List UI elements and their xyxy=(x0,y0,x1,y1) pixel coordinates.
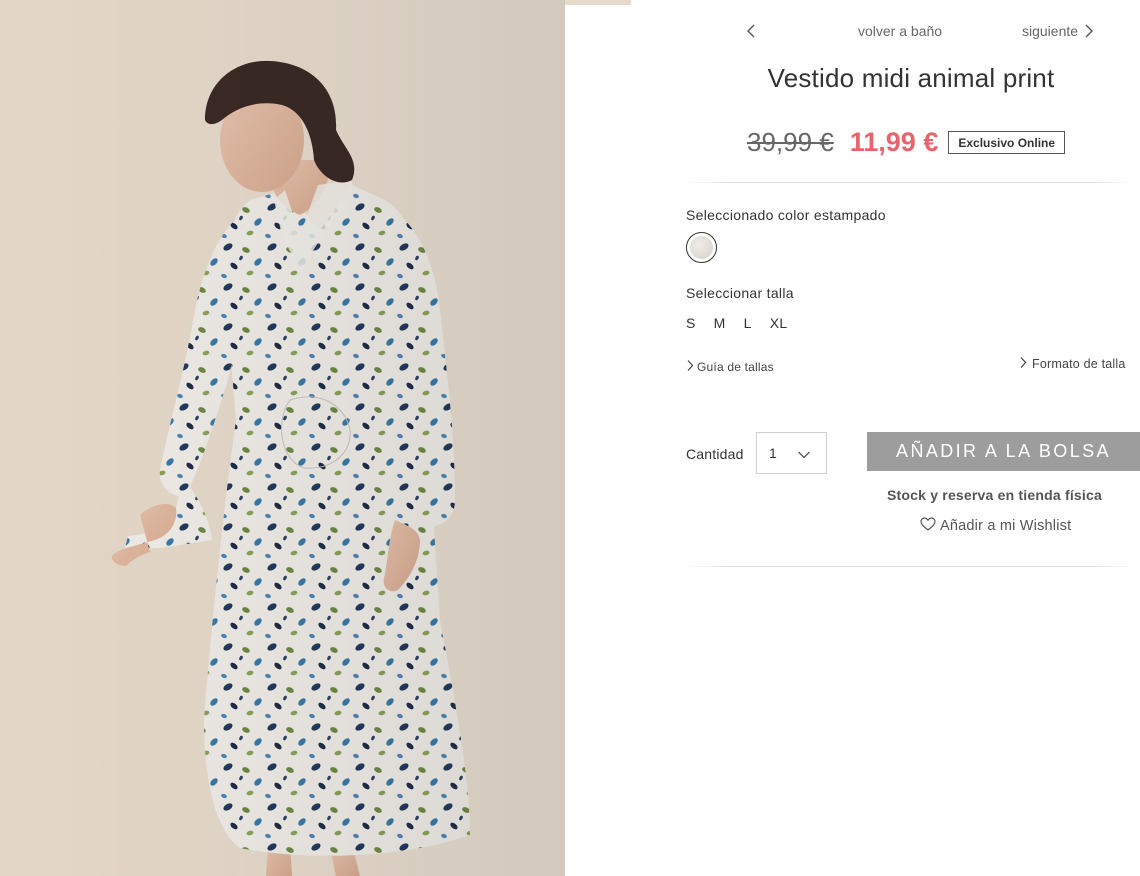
chevron-right-icon xyxy=(1019,356,1027,372)
sale-price: 11,99 € xyxy=(849,127,939,157)
color-swatch-estampado[interactable] xyxy=(686,232,717,263)
quantity-select[interactable]: 1 xyxy=(756,432,827,474)
price-row: 39,99 € 11,99 € Exclusivo Online xyxy=(747,127,1066,158)
chevron-right-icon xyxy=(1084,23,1094,39)
chevron-left-icon xyxy=(746,23,762,39)
size-option-s[interactable]: S xyxy=(686,315,696,331)
model-illustration xyxy=(0,0,565,876)
quantity-label: Cantidad xyxy=(686,446,744,462)
divider-bottom xyxy=(686,566,1136,567)
quantity-value: 1 xyxy=(769,445,777,461)
size-guide-link[interactable]: Guía de tallas xyxy=(686,359,774,375)
previous-product-button[interactable] xyxy=(746,23,762,43)
chevron-right-icon xyxy=(686,359,694,375)
product-image[interactable] xyxy=(0,0,565,876)
color-label: Seleccionado color estampado xyxy=(686,207,886,223)
size-guide-label: Guía de tallas xyxy=(697,360,774,374)
chevron-down-icon xyxy=(797,447,811,463)
heart-icon xyxy=(920,517,936,535)
product-details-panel: volver a baño siguiente Vestido midi ani… xyxy=(565,5,1140,876)
divider-top xyxy=(686,182,1136,183)
exclusive-online-badge: Exclusivo Online xyxy=(948,131,1066,154)
next-label: siguiente xyxy=(1022,23,1079,39)
next-product-button[interactable]: siguiente xyxy=(1022,23,1094,39)
size-label: Seleccionar talla xyxy=(686,285,794,301)
add-to-bag-button[interactable]: AÑADIR A LA BOLSA xyxy=(867,432,1140,471)
size-option-xl[interactable]: XL xyxy=(770,315,788,331)
wishlist-label: Añadir a mi Wishlist xyxy=(940,518,1072,534)
product-title: Vestido midi animal print xyxy=(767,63,1055,93)
size-option-l[interactable]: L xyxy=(744,315,752,331)
size-option-m[interactable]: M xyxy=(714,315,726,331)
old-price: 39,99 € xyxy=(747,127,834,157)
size-format-label: Formato de talla xyxy=(1032,357,1126,371)
back-to-category-link[interactable]: volver a baño xyxy=(858,23,942,39)
store-stock-link[interactable]: Stock y reserva en tienda física xyxy=(887,487,1102,503)
size-format-link[interactable]: Formato de talla xyxy=(1019,356,1126,372)
add-to-wishlist-link[interactable]: Añadir a mi Wishlist xyxy=(920,517,1071,535)
size-options: S M L XL xyxy=(686,315,805,331)
